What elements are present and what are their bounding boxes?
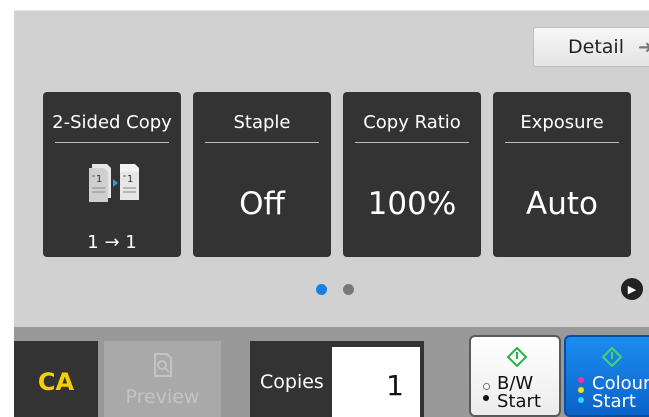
- tile-title: Copy Ratio: [363, 112, 461, 133]
- tile-sub: 1 → 1: [87, 232, 137, 253]
- ca-label: CA: [37, 368, 75, 396]
- start-icon: [602, 347, 622, 367]
- detail-label: Detail: [568, 36, 624, 58]
- bw-label-line2: Start: [497, 391, 541, 412]
- tile-value: 100%: [367, 186, 457, 222]
- tile-title: Staple: [233, 112, 291, 133]
- page-indicator[interactable]: [343, 284, 354, 295]
- tile-title: 2-Sided Copy: [52, 112, 172, 133]
- tile-value: Auto: [526, 186, 598, 222]
- tile-divider: [205, 142, 319, 143]
- colour-start-label: Colour Start: [592, 375, 649, 411]
- colour-label-line2: Start: [592, 391, 636, 412]
- next-page-button[interactable]: ▶: [621, 278, 643, 300]
- play-icon: ▶: [627, 282, 637, 296]
- tile-value: Off: [239, 186, 285, 222]
- bw-indicator-white: [483, 383, 490, 390]
- svg-text:1: 1: [127, 174, 133, 185]
- bw-start-button[interactable]: B/W Start: [469, 335, 561, 417]
- arrow-right-icon: ➜: [638, 37, 649, 58]
- svg-text:1: 1: [96, 174, 102, 185]
- tile-divider: [505, 142, 619, 143]
- bottom-bar: CA Preview Copies 1 B/W Start Colour Sta…: [14, 327, 649, 417]
- preview-button[interactable]: Preview: [104, 341, 221, 417]
- two-sided-copy-icon: 1 1: [89, 164, 139, 202]
- bw-start-label: B/W Start: [497, 375, 541, 411]
- preview-label: Preview: [125, 386, 200, 408]
- colour-indicator-magenta: [578, 377, 584, 383]
- colour-indicator-cyan: [578, 397, 584, 403]
- colour-start-button[interactable]: Colour Start: [564, 335, 649, 417]
- copies-control: Copies 1: [250, 341, 424, 417]
- start-icon: [507, 347, 527, 367]
- bw-indicator-black: [483, 395, 489, 401]
- tile-divider: [55, 142, 169, 143]
- copies-label: Copies: [260, 371, 324, 393]
- colour-indicator-yellow: [578, 387, 584, 393]
- tile-2-sided-copy[interactable]: 2-Sided Copy 1 1 1 → 1: [43, 92, 181, 257]
- clear-all-button[interactable]: CA: [14, 341, 98, 417]
- tile-exposure[interactable]: Exposure Auto: [493, 92, 631, 257]
- tile-title: Exposure: [520, 112, 604, 133]
- page-indicator-active[interactable]: [316, 284, 327, 295]
- detail-button[interactable]: Detail ➜: [533, 27, 649, 67]
- tile-divider: [355, 142, 469, 143]
- copies-input[interactable]: 1: [332, 347, 420, 417]
- tile-copy-ratio[interactable]: Copy Ratio 100%: [343, 92, 481, 257]
- copy-screen: Detail ➜ 2-Sided Copy 1 1 1 → 1 Staple O…: [14, 10, 649, 417]
- preview-icon: [154, 353, 172, 377]
- tile-staple[interactable]: Staple Off: [193, 92, 331, 257]
